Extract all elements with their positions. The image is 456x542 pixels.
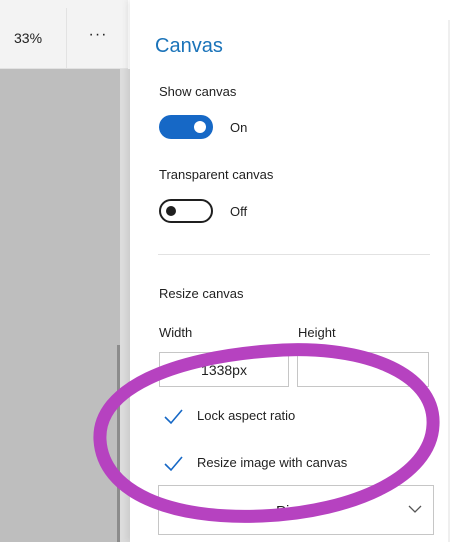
transparent-canvas-state: Off <box>230 204 248 219</box>
height-label: Height <box>298 325 336 340</box>
checkmark-icon <box>164 456 183 472</box>
units-select[interactable]: Pixels <box>158 485 434 535</box>
transparent-canvas-toggle[interactable] <box>159 199 213 223</box>
transparent-canvas-label: Transparent canvas <box>159 167 274 182</box>
toggle-knob <box>166 206 176 216</box>
canvas-surface[interactable] <box>0 69 120 542</box>
section-divider <box>158 254 430 255</box>
chevron-down-icon <box>408 505 422 513</box>
resize-canvas-label: Resize canvas <box>159 286 244 301</box>
more-icon: ··· <box>88 26 108 43</box>
toolbar-divider <box>66 8 67 68</box>
panel-title: Canvas <box>155 35 223 57</box>
zoom-level[interactable]: 33% <box>14 30 42 46</box>
width-label: Width <box>159 325 193 340</box>
top-toolbar: 33% ··· <box>0 0 128 69</box>
canvas-edge <box>120 69 130 542</box>
show-canvas-label: Show canvas <box>159 84 237 99</box>
canvas-panel: Canvas Show canvas On Transparent canvas… <box>130 0 456 542</box>
show-canvas-toggle[interactable] <box>159 115 213 139</box>
width-input[interactable] <box>159 352 289 387</box>
app-root: 33% ··· Canvas Show canvas On Transparen… <box>0 0 456 542</box>
checkmark-icon <box>164 409 183 425</box>
canvas-scrollbar[interactable] <box>117 345 120 542</box>
canvas-area: 33% ··· <box>0 0 130 542</box>
lock-aspect-checkbox[interactable]: Lock aspect ratio <box>162 405 422 429</box>
height-input[interactable] <box>297 352 429 387</box>
show-canvas-state: On <box>230 120 248 135</box>
lock-aspect-label: Lock aspect ratio <box>197 408 296 423</box>
toggle-knob <box>194 121 206 133</box>
resize-image-checkbox[interactable]: Resize image with canvas <box>162 452 422 476</box>
units-selected-value: Pixels <box>275 503 316 520</box>
resize-image-label: Resize image with canvas <box>197 455 348 470</box>
more-button[interactable]: ··· <box>80 22 116 48</box>
panel-scrollbar[interactable] <box>448 20 450 542</box>
